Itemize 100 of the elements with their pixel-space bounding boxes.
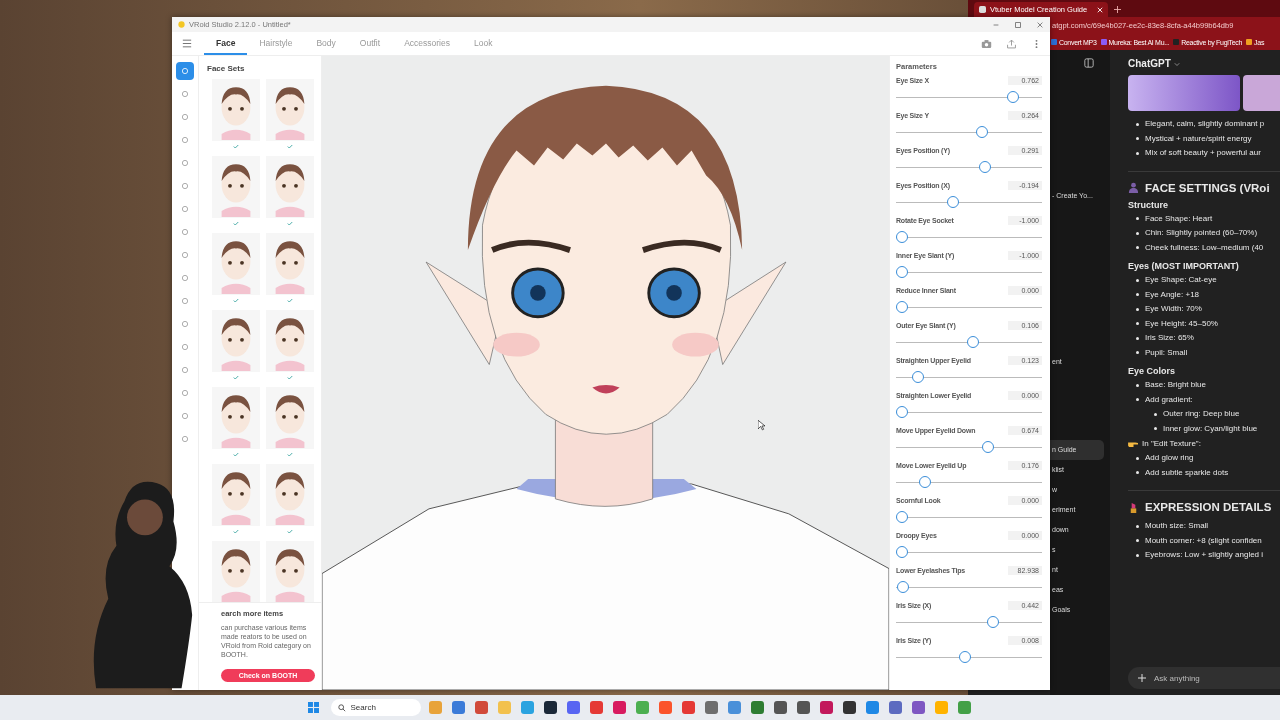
bullet-icon: [1136, 456, 1139, 460]
app-icon[interactable]: [796, 701, 810, 714]
close-icon[interactable]: [1036, 20, 1044, 29]
face-thumbnail[interactable]: [266, 541, 314, 602]
search-icon: [337, 703, 346, 712]
list-item: Face Shape: Heart: [1145, 212, 1213, 225]
maximize-icon[interactable]: [1014, 20, 1022, 29]
section-heading: FACE SETTINGS (VRoi: [1145, 181, 1270, 194]
app-icon[interactable]: [543, 701, 557, 714]
app-icon[interactable]: [842, 701, 856, 714]
slider-thumb[interactable]: [958, 651, 971, 663]
face-thumbnail[interactable]: [212, 387, 260, 449]
face-thumbnail[interactable]: [212, 233, 260, 295]
app-icon[interactable]: [773, 701, 787, 714]
slider-thumb[interactable]: [918, 476, 931, 488]
search-field[interactable]: Search: [330, 699, 421, 716]
slider-thumb[interactable]: [896, 511, 908, 523]
person-icon: [1128, 182, 1139, 193]
bullet-icon: [1136, 246, 1139, 250]
lipstick-icon: [1128, 501, 1139, 513]
slider-thumb[interactable]: [896, 266, 908, 278]
list-item: Eye Width: 70%: [1145, 303, 1202, 315]
slider-thumb[interactable]: [1007, 91, 1020, 103]
chevron-icon: [1173, 60, 1180, 67]
bullet-icon: [1154, 412, 1157, 416]
list-item: Base: Bright blue: [1145, 379, 1206, 391]
prompt-field[interactable]: Ask anything: [1128, 667, 1280, 689]
share-icon[interactable]: [1006, 38, 1017, 49]
subheading: Structure: [1128, 199, 1169, 210]
slider-thumb[interactable]: [897, 581, 910, 593]
list-item: Inner glow: Cyan/light blue: [1163, 422, 1258, 435]
face-thumbnail[interactable]: [212, 156, 260, 218]
windows-logo-icon[interactable]: [307, 702, 319, 713]
bullet-icon: [1136, 151, 1139, 155]
face-thumbnail[interactable]: [266, 79, 314, 141]
slider-thumb[interactable]: [896, 301, 908, 313]
list-item: Eye Height: 45–50%: [1145, 317, 1218, 330]
bullet-icon: [1136, 539, 1139, 543]
list-item: Iris Size: 65%: [1145, 332, 1194, 344]
slider-thumb[interactable]: [912, 371, 925, 383]
bullet-icon: [1136, 137, 1139, 141]
bullet-icon: [1136, 351, 1139, 355]
list-item: Eye Angle: +18: [1145, 288, 1200, 301]
slider-thumb[interactable]: [979, 161, 992, 173]
slider-thumb[interactable]: [976, 126, 989, 138]
sidebar-toggle-icon[interactable]: [1084, 58, 1094, 68]
bullet-icon: [1136, 122, 1139, 126]
list-item: Mystical + nature/spirit energy: [1145, 132, 1252, 145]
bullet-icon: [1154, 427, 1157, 431]
face-thumbnail[interactable]: [266, 233, 314, 295]
slider-thumb[interactable]: [981, 441, 994, 453]
slider-thumb[interactable]: [896, 231, 908, 243]
list-item: Chin: Slightly pointed (60–70%): [1145, 227, 1258, 239]
app-logo-icon: [178, 21, 185, 28]
face-thumbnail[interactable]: [266, 310, 314, 372]
slider-thumb[interactable]: [946, 196, 959, 208]
note-text: In "Edit Texture":: [1142, 439, 1201, 448]
section-heading: EXPRESSION DETAILS: [1145, 501, 1272, 513]
list-item: Cheek fullness: Low–medium (40: [1145, 241, 1264, 254]
page-icon: [979, 6, 986, 13]
bullet-icon: [1136, 307, 1139, 311]
list-item: Pupil: Small: [1145, 346, 1188, 359]
face-thumbnail[interactable]: [266, 156, 314, 218]
plus-icon[interactable]: [1138, 674, 1146, 682]
slider-thumb[interactable]: [896, 406, 908, 418]
face-thumbnail[interactable]: [212, 79, 260, 141]
face-thumbnail[interactable]: [266, 464, 314, 526]
list-item: Elegant, calm, slightly dominant p: [1145, 118, 1265, 130]
bullet-icon: [1136, 524, 1139, 528]
face-thumbnail[interactable]: [212, 464, 260, 526]
face-thumbnail[interactable]: [266, 387, 314, 449]
slider-thumb[interactable]: [967, 336, 979, 348]
bullet-icon: [1136, 231, 1139, 235]
list-item: Outer ring: Deep blue: [1163, 408, 1240, 420]
bullet-icon: [1136, 322, 1139, 326]
subheading: Eyes (MOST IMPORTANT): [1128, 261, 1240, 271]
list-item: Mouth size: Small: [1145, 520, 1209, 532]
face-thumbnail[interactable]: [212, 541, 260, 602]
face-thumbnail[interactable]: [212, 310, 260, 372]
subheading: Eye Colors: [1128, 366, 1177, 376]
slider-thumb[interactable]: [896, 546, 908, 558]
bullet-icon: [1136, 217, 1139, 221]
bullet-icon: [1136, 383, 1139, 387]
bullet-icon: [1136, 398, 1139, 402]
category-icon[interactable]: [176, 62, 194, 80]
bullet-icon: [1136, 553, 1139, 557]
camera-icon[interactable]: [981, 38, 992, 49]
slider-thumb[interactable]: [987, 616, 1000, 628]
chat-model-selector[interactable]: ChatGPT: [1128, 58, 1280, 69]
image-placeholder: [1242, 75, 1280, 111]
list-item: Add gradient:: [1145, 393, 1193, 406]
list-item: Mouth corner: +8 (slight confiden: [1145, 534, 1262, 547]
cursor-icon: [758, 420, 765, 431]
new-tab-icon[interactable]: [1114, 6, 1122, 13]
menu-icon[interactable]: [182, 39, 192, 48]
list-item: Eye Shape: Cat-eye: [1145, 274, 1217, 286]
list-item: Eyebrows: Low + slightly angled i: [1145, 549, 1264, 561]
bullet-icon: [1136, 278, 1139, 282]
bullet-icon: [1136, 471, 1139, 475]
tab[interactable]: Face: [204, 32, 248, 55]
